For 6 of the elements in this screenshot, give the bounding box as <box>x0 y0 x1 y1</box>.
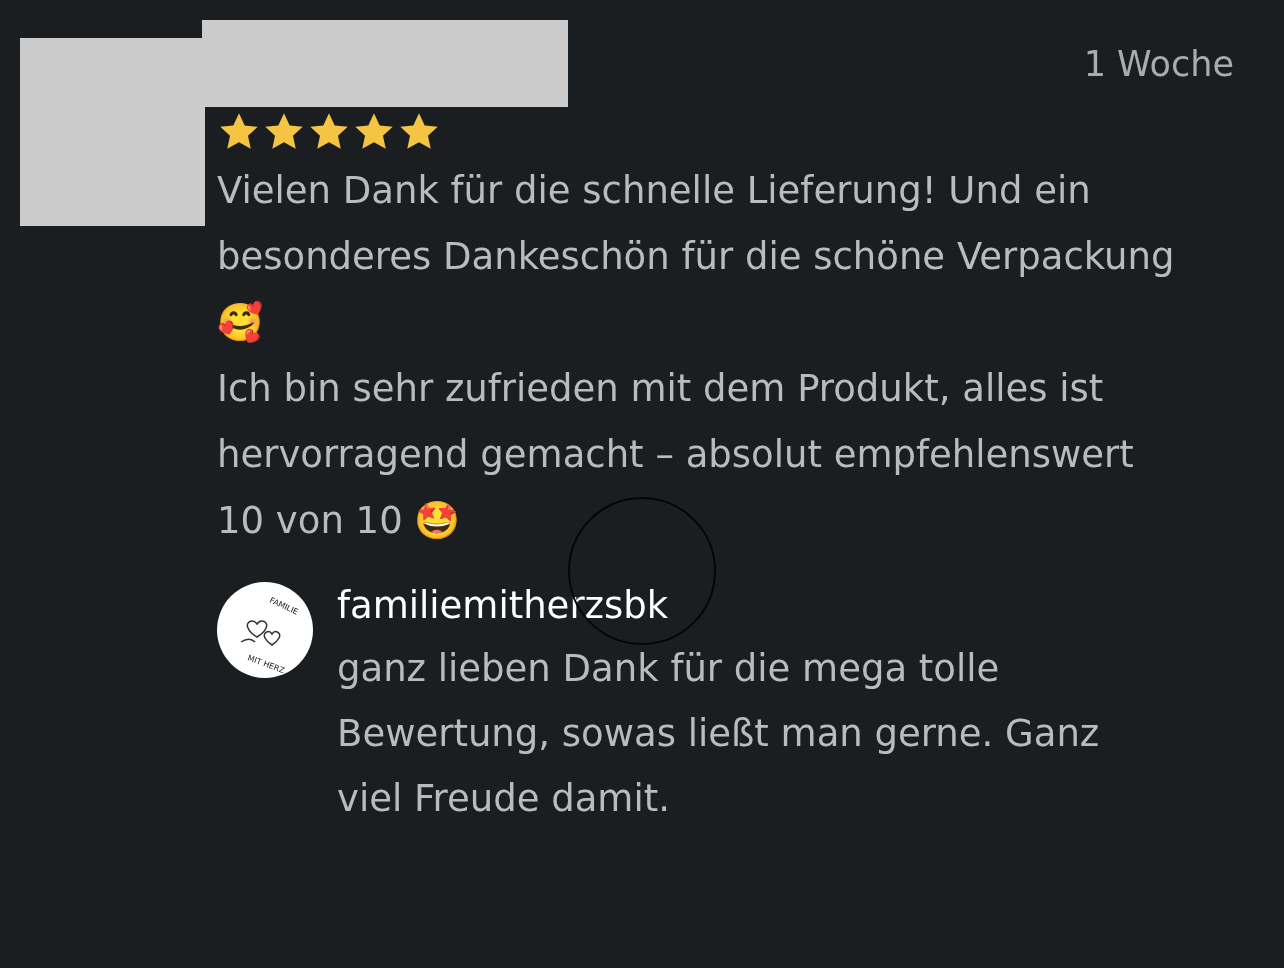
reply-text: ganz lieben Dank für die mega tolle Bewertung, sowas ließt man gerne. Ganz viel Freude damit. <box>337 646 1101 822</box>
review-text: Ich bin sehr zufrieden mit dem Produkt, alles ist hervorragend gemacht – absolut empfehlenswert <box>217 366 1135 478</box>
review-text: Vielen Dank für die schnelle Lieferung! Und ein besonderes Dankeschön für die schöne Verpackung 🥰 <box>217 168 1176 346</box>
timestamp: 1 Woche <box>1083 44 1234 86</box>
username[interactable]: familiemitherzsbk <box>337 576 1137 636</box>
review-text: 10 von 10 🤩 <box>217 498 462 544</box>
